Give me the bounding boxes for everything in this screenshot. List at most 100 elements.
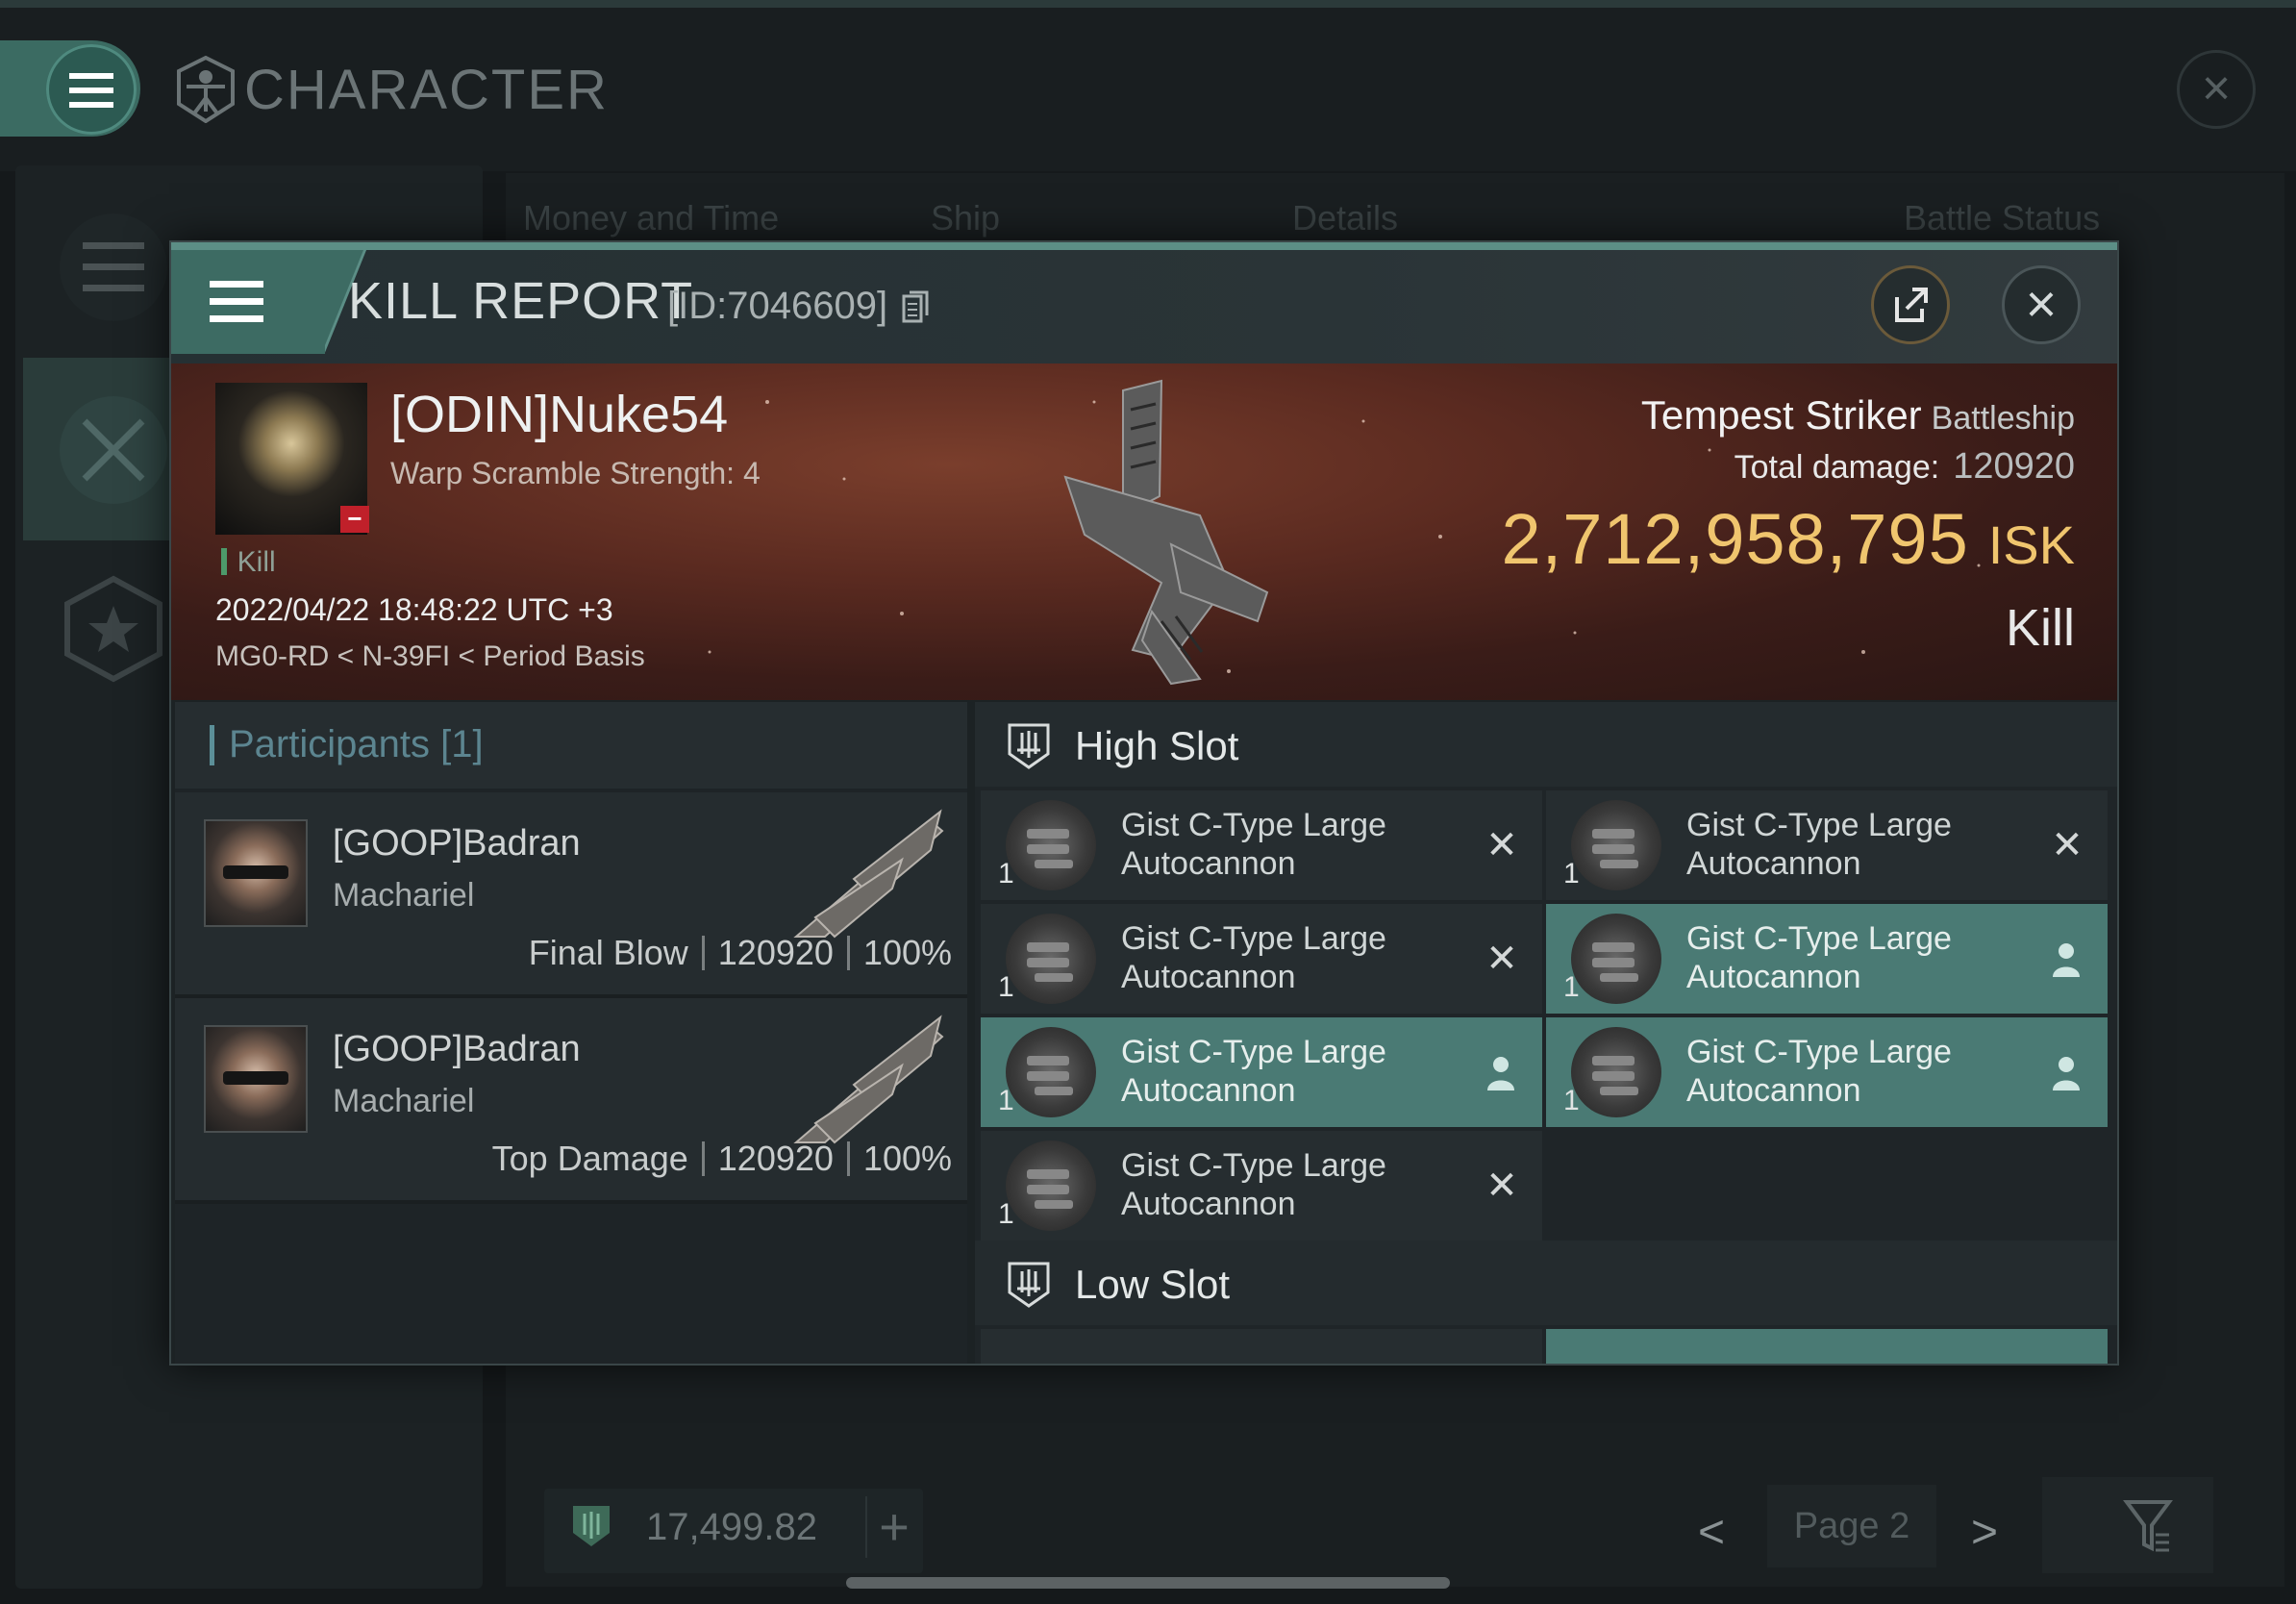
barrel-shape <box>1592 844 1635 854</box>
module-item[interactable]: 1 Gist C-Type Large Autocannon ✕ <box>1546 790 2108 900</box>
tab-money-and-time[interactable]: Money and Time <box>523 198 779 238</box>
participant-row[interactable]: [GOOP]Badran Machariel Final Blow 120920 1… <box>175 792 967 998</box>
victim-name[interactable]: [ODIN]Nuke54 <box>390 385 728 444</box>
list-icon <box>83 242 144 291</box>
autocannon-icon <box>1571 1027 1661 1117</box>
barrel-shape <box>1027 1169 1069 1179</box>
module-item[interactable]: 1 Gist C-Type Large Autocannon <box>1546 1017 2108 1127</box>
destroyed-icon: ✕ <box>1485 1165 1518 1207</box>
barrel-shape <box>1035 973 1073 982</box>
hamburger-icon <box>69 73 113 108</box>
high-slot-header: High Slot <box>975 702 2117 787</box>
column-tabs: Money and Time Ship Details Battle Statu… <box>523 198 2138 246</box>
participant-row[interactable]: [GOOP]Badran Machariel Top Damage 120920 1… <box>175 998 967 1204</box>
filter-button[interactable] <box>2042 1477 2213 1573</box>
module-item[interactable]: 1 Gist C-Type Large Autocannon <box>981 1017 1542 1127</box>
filter-icon <box>2123 1500 2173 1552</box>
barrel-shape <box>1027 829 1069 839</box>
participant-role: Top Damage <box>491 1139 688 1178</box>
home-indicator <box>846 1577 1450 1589</box>
character-icon <box>177 56 235 123</box>
barrel-shape <box>1035 860 1073 868</box>
total-damage-value: 120920 <box>1953 446 2075 487</box>
standing-flag-icon: − <box>340 506 369 533</box>
participant-name[interactable]: [GOOP]Badran <box>333 823 581 865</box>
participant-name[interactable]: [GOOP]Badran <box>333 1029 581 1070</box>
close-icon[interactable]: × <box>2177 50 2256 129</box>
barrel-shape <box>1027 1071 1069 1081</box>
module-quantity: 1 <box>1563 858 1580 890</box>
participant-damage: 120920 <box>717 933 834 972</box>
high-slot-label: High Slot <box>1075 723 1239 768</box>
previous-page-icon[interactable]: < <box>1698 1506 1725 1559</box>
dropped-person-icon <box>2053 943 2080 977</box>
total-damage-label: Total damage: <box>1734 449 1940 486</box>
add-funds-button[interactable]: + <box>865 1496 921 1558</box>
barrel-shape <box>1027 1056 1069 1065</box>
participant-portrait[interactable] <box>204 819 308 927</box>
participant-ship-icon[interactable] <box>786 1008 950 1152</box>
barrel-shape <box>1027 942 1069 952</box>
module-item[interactable]: 1 Gist C-Type Large Autocannon ✕ <box>981 904 1542 1014</box>
barrel-shape <box>1592 829 1635 839</box>
module-item-partial[interactable] <box>1546 1329 2108 1364</box>
module-quantity: 1 <box>998 971 1014 1003</box>
module-item[interactable]: 1 Gist C-Type Large Autocannon <box>1546 904 2108 1014</box>
barrel-shape <box>1027 958 1069 967</box>
sidebar-item-favorites[interactable] <box>60 575 167 683</box>
barrel-shape <box>1027 844 1069 854</box>
destroyed-icon: ✕ <box>1485 938 1518 980</box>
module-item-partial[interactable] <box>981 1329 1542 1364</box>
participant-portrait[interactable] <box>204 1025 308 1133</box>
barrel-shape <box>1035 1087 1073 1095</box>
dropped-person-icon <box>1487 1057 1514 1090</box>
barrel-shape <box>1592 1071 1635 1081</box>
kill-tag: Kill <box>221 546 276 579</box>
kill-banner: − [ODIN]Nuke54 Warp Scramble Strength: 4… <box>171 363 2117 700</box>
plex-icon <box>573 1506 610 1546</box>
destroyed-icon: ✕ <box>2051 824 2084 866</box>
page-indicator: Page 2 <box>1767 1485 1936 1567</box>
participant-ship: Machariel <box>333 877 475 914</box>
autocannon-icon <box>1006 1027 1096 1117</box>
participant-percent: 100% <box>862 1139 952 1178</box>
module-name: Gist C-Type Large Autocannon <box>1121 1034 1386 1109</box>
low-slot-header: Low Slot <box>975 1241 2117 1325</box>
module-name: Gist C-Type Large Autocannon <box>1121 920 1386 995</box>
report-id: [ID:7046609] <box>667 285 888 327</box>
module-name: Gist C-Type Large Autocannon <box>1686 920 1952 995</box>
stat-divider <box>701 1141 705 1176</box>
tab-ship[interactable]: Ship <box>931 198 1000 238</box>
barrel-shape <box>1592 958 1635 967</box>
stat-divider <box>846 1141 850 1176</box>
ship-title: Tempest Striker Battleship <box>1325 392 2075 439</box>
module-name: Gist C-Type Large Autocannon <box>1121 1147 1386 1222</box>
fitting-panel: High Slot 1 Gist C-Type Large Autocannon… <box>975 702 2117 1364</box>
autocannon-icon <box>1571 914 1661 1004</box>
barrel-shape <box>1592 942 1635 952</box>
copy-icon[interactable] <box>902 290 929 323</box>
module-item[interactable]: 1 Gist C-Type Large Autocannon ✕ <box>981 1131 1542 1241</box>
low-slot-icon <box>1008 1262 1050 1308</box>
isk-value: 2,712,958,795 ISK <box>1229 498 2076 580</box>
share-button[interactable] <box>1871 265 1950 344</box>
ship-name[interactable]: Tempest Striker <box>1641 392 1922 438</box>
dropped-person-icon <box>2053 1057 2080 1090</box>
kill-location[interactable]: MG0-RD < N-39FI < Period Basis <box>215 640 645 673</box>
participant-stats: Top Damage 120920 100% <box>492 1139 952 1179</box>
tab-battle-status[interactable]: Battle Status <box>1904 198 2100 238</box>
close-icon[interactable]: × <box>2002 265 2081 344</box>
window-top-strip <box>0 0 2296 8</box>
module-item[interactable]: 1 Gist C-Type Large Autocannon ✕ <box>981 790 1542 900</box>
tab-details[interactable]: Details <box>1292 198 1398 238</box>
hamburger-icon <box>210 281 263 322</box>
participant-ship-icon[interactable] <box>786 802 950 946</box>
barrel-shape <box>1027 1185 1069 1194</box>
module-quantity: 1 <box>1563 971 1580 1003</box>
sidebar-item-list[interactable] <box>60 213 167 321</box>
kill-tag-label: Kill <box>237 546 276 578</box>
sidebar-item-combat[interactable] <box>23 358 177 540</box>
module-name: Gist C-Type Large Autocannon <box>1121 807 1386 882</box>
next-page-icon[interactable]: > <box>1971 1506 1998 1559</box>
kill-report-modal: KILL REPORT [ID:7046609] × − [ODIN]Nuke5… <box>169 240 2119 1366</box>
